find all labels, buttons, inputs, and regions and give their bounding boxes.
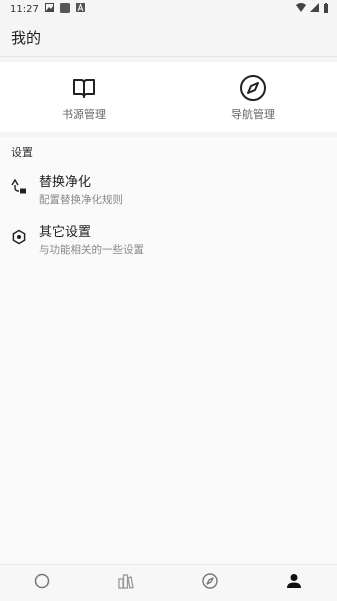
nav-manage-button[interactable]: 导航管理	[203, 74, 303, 124]
a-icon	[75, 3, 85, 15]
nav-bookshelf[interactable]	[84, 565, 168, 601]
bottom-nav	[0, 564, 337, 601]
compass-icon	[239, 74, 267, 102]
person-icon	[286, 573, 302, 593]
nav-discover[interactable]	[168, 565, 252, 601]
circle-icon	[34, 573, 50, 593]
app-bar: 我的	[0, 18, 337, 57]
replace-rule-title: 替换净化	[39, 175, 92, 190]
section-title: 设置	[11, 146, 33, 159]
bookshelf-icon	[118, 573, 134, 593]
settings-gear-icon	[11, 229, 27, 245]
quick-actions: 书源管理 导航管理	[0, 62, 337, 132]
replace-rule-icon	[11, 178, 27, 195]
page-title: 我的	[11, 28, 42, 47]
book-icon	[70, 74, 98, 102]
book-source-button[interactable]: 书源管理	[34, 74, 134, 124]
status-bar: 11:27	[0, 0, 337, 18]
signal-icon	[310, 3, 319, 16]
other-settings-subtitle: 与功能相关的一些设置	[39, 244, 144, 256]
battery-icon	[323, 3, 329, 16]
replace-rule-subtitle: 配置替换净化规则	[39, 194, 123, 206]
book-source-label: 书源管理	[62, 108, 106, 121]
nav-mine[interactable]	[252, 565, 336, 601]
status-time: 11:27	[10, 3, 39, 15]
other-settings-title: 其它设置	[39, 225, 92, 240]
image-icon	[44, 3, 54, 15]
nav-manage-label: 导航管理	[231, 108, 275, 121]
nav-home[interactable]	[0, 565, 84, 601]
replace-rule-setting[interactable]: 替换净化 配置替换净化规则	[0, 171, 337, 215]
square-app-icon	[59, 2, 70, 16]
compass-icon	[202, 573, 218, 593]
other-settings[interactable]: 其它设置 与功能相关的一些设置	[0, 221, 337, 265]
wifi-icon	[296, 3, 306, 16]
